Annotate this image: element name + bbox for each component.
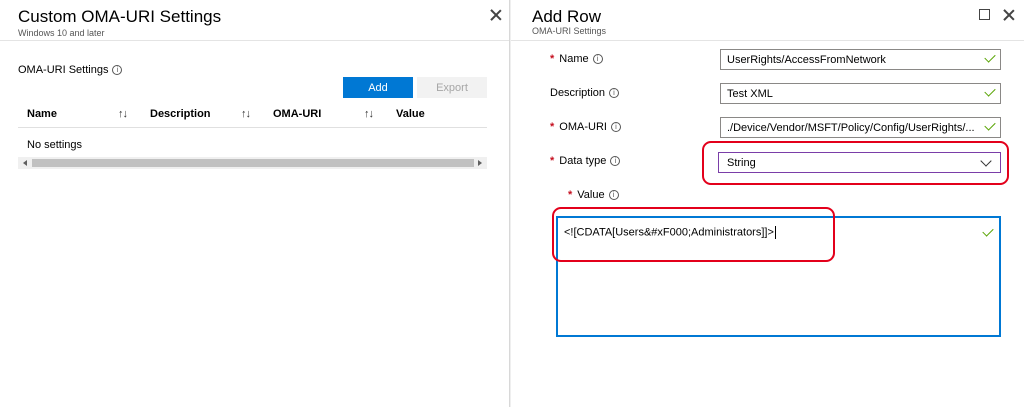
value-label: * Value i xyxy=(568,189,619,201)
value-textarea[interactable]: <![CDATA[Users&#xF000;Administrators]]> xyxy=(556,216,1001,337)
name-value: UserRights/AccessFromNetwork xyxy=(727,53,886,66)
sort-icon[interactable]: ↑↓ xyxy=(118,108,128,120)
add-row-blade: Add Row OMA-URI Settings * Name i UserRi… xyxy=(511,0,1024,407)
settings-table-header: Name ↑↓ Description ↑↓ OMA-URI ↑↓ Value xyxy=(18,100,487,128)
custom-oma-uri-settings-blade: Custom OMA-URI Settings Windows 10 and l… xyxy=(0,0,516,407)
oma-uri-field[interactable]: ./Device/Vendor/MSFT/Policy/Config/UserR… xyxy=(720,117,1001,138)
info-icon[interactable]: i xyxy=(609,88,620,98)
description-label-text: Description xyxy=(550,87,606,99)
description-value: Test XML xyxy=(727,87,773,100)
info-icon[interactable]: i xyxy=(610,156,621,166)
data-type-label-text: Data type xyxy=(559,155,607,167)
column-header-name[interactable]: Name xyxy=(27,108,57,120)
column-header-oma-uri[interactable]: OMA-URI xyxy=(273,108,321,120)
blade-title: Custom OMA-URI Settings xyxy=(18,7,222,26)
required-marker: * xyxy=(550,121,555,133)
required-marker: * xyxy=(550,155,555,167)
scroll-right-icon[interactable] xyxy=(478,160,482,166)
data-type-value: String xyxy=(727,156,756,169)
value-text: <![CDATA[Users&#xF000;Administrators]]> xyxy=(564,226,774,239)
horizontal-scrollbar[interactable] xyxy=(18,157,487,169)
data-type-dropdown[interactable]: String xyxy=(718,152,1001,173)
column-header-value[interactable]: Value xyxy=(396,108,425,120)
description-field[interactable]: Test XML xyxy=(720,83,1001,104)
name-field[interactable]: UserRights/AccessFromNetwork xyxy=(720,49,1001,70)
close-icon[interactable] xyxy=(1002,8,1016,22)
info-icon[interactable]: i xyxy=(592,54,603,64)
maximize-icon[interactable] xyxy=(979,9,990,20)
blade-title: Add Row xyxy=(532,7,601,26)
required-marker: * xyxy=(550,53,555,65)
info-icon[interactable]: i xyxy=(112,65,123,75)
column-header-description[interactable]: Description xyxy=(150,108,211,120)
oma-uri-label: * OMA-URI i xyxy=(550,121,621,133)
add-button[interactable]: Add xyxy=(343,77,413,98)
checkmark-icon xyxy=(984,119,996,131)
text-caret xyxy=(774,226,776,239)
oma-uri-value: ./Device/Vendor/MSFT/Policy/Config/UserR… xyxy=(727,121,975,134)
oma-uri-settings-label: OMA-URI Settings i xyxy=(18,64,123,76)
required-marker: * xyxy=(568,189,573,201)
blade-subtitle: OMA-URI Settings xyxy=(532,26,607,36)
section-label-text: OMA-URI Settings xyxy=(18,64,109,76)
description-label: Description i xyxy=(550,87,620,99)
sort-icon[interactable]: ↑↓ xyxy=(241,108,251,120)
header-divider xyxy=(511,40,1024,41)
scrollbar-thumb[interactable] xyxy=(32,159,474,167)
checkmark-icon xyxy=(984,85,996,97)
header-divider xyxy=(0,40,509,41)
close-icon[interactable] xyxy=(489,8,503,22)
scroll-left-icon[interactable] xyxy=(23,160,27,166)
checkmark-icon xyxy=(982,225,994,237)
info-icon[interactable]: i xyxy=(608,190,619,200)
oma-uri-label-text: OMA-URI xyxy=(559,121,607,133)
chevron-down-icon[interactable] xyxy=(980,155,992,167)
name-label-text: Name xyxy=(559,53,589,65)
info-icon[interactable]: i xyxy=(610,122,621,132)
name-label: * Name i xyxy=(550,53,603,65)
checkmark-icon xyxy=(984,51,996,63)
export-button[interactable]: Export xyxy=(417,77,487,98)
value-label-text: Value xyxy=(577,189,605,201)
data-type-label: * Data type i xyxy=(550,155,621,167)
sort-icon[interactable]: ↑↓ xyxy=(364,108,374,120)
blade-subtitle: Windows 10 and later xyxy=(18,28,105,38)
empty-table-message: No settings xyxy=(27,139,83,151)
